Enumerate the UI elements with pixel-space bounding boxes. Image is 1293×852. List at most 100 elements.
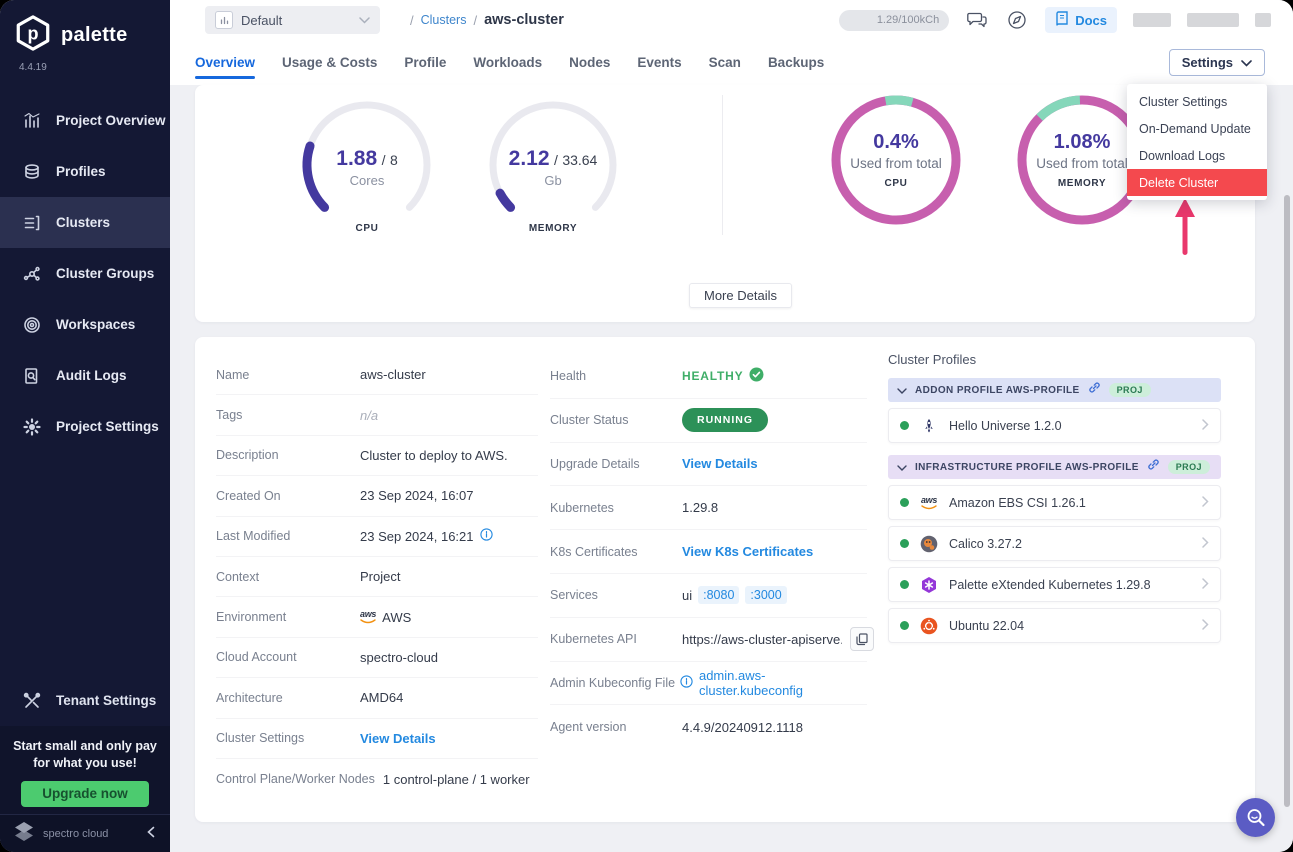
menu-item-cluster-settings[interactable]: Cluster Settings bbox=[1127, 88, 1267, 115]
tab-events[interactable]: Events bbox=[637, 40, 681, 85]
sidebar-item-audit-logs[interactable]: Audit Logs bbox=[0, 350, 170, 401]
detail-row-environment: Environment aws AWS bbox=[216, 597, 538, 637]
breadcrumb-separator: / bbox=[410, 13, 414, 28]
service-port-link[interactable]: :8080 bbox=[698, 586, 739, 604]
detail-row-tags: Tags n/a bbox=[216, 395, 538, 435]
link-icon[interactable] bbox=[1088, 381, 1101, 399]
detail-label: Health bbox=[550, 369, 682, 383]
detail-label: Admin Kubeconfig File bbox=[550, 676, 675, 690]
settings-dropdown-button[interactable]: Settings bbox=[1169, 49, 1265, 76]
detail-value: AWS bbox=[382, 610, 411, 625]
tab-scan[interactable]: Scan bbox=[709, 40, 741, 85]
memory-total-value: 33.64 bbox=[562, 152, 597, 168]
docs-label: Docs bbox=[1075, 13, 1107, 28]
memory-gauge: 2.12 / 33.64 Gb MEMORY bbox=[483, 95, 623, 235]
gauge-separator: / bbox=[554, 152, 558, 168]
profile-layer-name: Calico 3.27.2 bbox=[949, 537, 1192, 551]
chevron-right-icon bbox=[1202, 617, 1209, 635]
breadcrumb-link-clusters[interactable]: Clusters bbox=[421, 13, 467, 27]
chat-icon[interactable] bbox=[965, 8, 989, 32]
tab-nodes[interactable]: Nodes bbox=[569, 40, 610, 85]
project-selector-value: Default bbox=[241, 13, 351, 28]
tab-overview[interactable]: Overview bbox=[195, 40, 255, 85]
hello-universe-icon bbox=[919, 416, 939, 436]
tab-backups[interactable]: Backups bbox=[768, 40, 824, 85]
search-help-fab[interactable] bbox=[1236, 798, 1275, 837]
service-port-link[interactable]: :3000 bbox=[745, 586, 786, 604]
sidebar-item-project-settings[interactable]: Project Settings bbox=[0, 401, 170, 452]
profile-layer-ubuntu[interactable]: Ubuntu 22.04 bbox=[888, 608, 1221, 643]
info-icon[interactable] bbox=[680, 675, 693, 691]
check-circle-icon bbox=[749, 367, 764, 385]
compass-icon[interactable] bbox=[1005, 8, 1029, 32]
app-window: p palette 4.4.19 Project Overview Profil… bbox=[0, 0, 1293, 852]
cluster-stats-card: 1.88 / 8 Cores CPU 2.12 / 33.64 Gb bbox=[195, 85, 1255, 322]
detail-label: Description bbox=[216, 448, 360, 462]
menu-item-delete-cluster[interactable]: Delete Cluster bbox=[1127, 169, 1267, 196]
aws-logo-icon: aws bbox=[360, 610, 376, 624]
menu-item-on-demand-update[interactable]: On-Demand Update bbox=[1127, 115, 1267, 142]
view-details-link[interactable]: View Details bbox=[360, 731, 436, 746]
kubeconfig-download-link[interactable]: admin.aws-cluster.kubeconfig bbox=[699, 668, 867, 698]
menu-item-download-logs[interactable]: Download Logs bbox=[1127, 142, 1267, 169]
annotation-arrow-icon bbox=[1172, 198, 1198, 261]
detail-label: Tags bbox=[216, 408, 360, 422]
profile-layer-pxk[interactable]: Palette eXtended Kubernetes 1.29.8 bbox=[888, 567, 1221, 602]
info-icon[interactable] bbox=[480, 528, 493, 544]
project-selector[interactable]: Default bbox=[205, 6, 380, 34]
tenant-settings-label: Tenant Settings bbox=[56, 693, 156, 708]
sidebar-item-clusters[interactable]: Clusters bbox=[0, 197, 170, 248]
sidebar-item-project-overview[interactable]: Project Overview bbox=[0, 95, 170, 146]
detail-label: Kubernetes API bbox=[550, 632, 682, 646]
sidebar-item-workspaces[interactable]: Workspaces bbox=[0, 299, 170, 350]
vertical-scrollbar[interactable] bbox=[1284, 195, 1290, 807]
settings-dropdown-menu: Cluster Settings On-Demand Update Downlo… bbox=[1127, 84, 1267, 200]
workspaces-icon bbox=[22, 315, 42, 335]
collapse-sidebar-icon[interactable] bbox=[146, 825, 156, 843]
tab-profile[interactable]: Profile bbox=[404, 40, 446, 85]
copy-icon[interactable] bbox=[850, 627, 874, 651]
detail-label: Kubernetes bbox=[550, 501, 682, 515]
profile-layer-calico[interactable]: Calico 3.27.2 bbox=[888, 526, 1221, 561]
sidebar-item-cluster-groups[interactable]: Cluster Groups bbox=[0, 248, 170, 299]
brand-logo[interactable]: p palette bbox=[14, 14, 128, 57]
detail-row-kubernetes: Kubernetes 1.29.8 bbox=[550, 486, 867, 530]
detail-row-created-on: Created On 23 Sep 2024, 16:07 bbox=[216, 476, 538, 516]
detail-row-name: Name aws-cluster bbox=[216, 355, 538, 395]
top-bar: Default / Clusters / aws-cluster 1.29/10… bbox=[170, 0, 1293, 40]
gauge-separator: / bbox=[382, 152, 386, 168]
app-version: 4.4.19 bbox=[19, 62, 47, 73]
addon-profile-header[interactable]: ADDON PROFILE AWS-PROFILE PROJ bbox=[888, 378, 1221, 402]
status-dot-icon bbox=[900, 421, 909, 430]
profile-layer-hello-universe[interactable]: Hello Universe 1.2.0 bbox=[888, 408, 1221, 443]
cpu-total-value: 8 bbox=[390, 152, 398, 168]
sidebar-item-tenant-settings[interactable]: Tenant Settings bbox=[0, 678, 170, 723]
chevron-down-icon bbox=[1241, 55, 1252, 70]
link-icon[interactable] bbox=[1147, 458, 1160, 476]
detail-label: K8s Certificates bbox=[550, 545, 682, 559]
cluster-tabs: Overview Usage & Costs Profile Workloads… bbox=[170, 40, 1293, 85]
detail-row-k8s-certificates: K8s Certificates View K8s Certificates bbox=[550, 530, 867, 574]
tab-workloads[interactable]: Workloads bbox=[473, 40, 542, 85]
detail-label: Cluster Status bbox=[550, 413, 682, 427]
sidebar-item-profiles[interactable]: Profiles bbox=[0, 146, 170, 197]
profile-layer-name: Palette eXtended Kubernetes 1.29.8 bbox=[949, 578, 1192, 592]
view-k8s-certificates-link[interactable]: View K8s Certificates bbox=[682, 544, 813, 559]
memory-unit: Gb bbox=[483, 173, 623, 188]
cluster-profiles-title: Cluster Profiles bbox=[888, 352, 1221, 367]
infrastructure-profile-header[interactable]: INFRASTRUCTURE PROFILE AWS-PROFILE PROJ bbox=[888, 455, 1221, 479]
docs-button[interactable]: Docs bbox=[1045, 7, 1117, 33]
profile-layer-name: Amazon EBS CSI 1.26.1 bbox=[949, 496, 1192, 510]
profile-layer-name: Hello Universe 1.2.0 bbox=[949, 419, 1192, 433]
upgrade-now-button[interactable]: Upgrade now bbox=[21, 781, 149, 807]
redacted-user-info bbox=[1133, 13, 1171, 27]
project-scope-icon bbox=[215, 11, 233, 29]
view-details-link[interactable]: View Details bbox=[682, 456, 758, 471]
tab-usage-costs[interactable]: Usage & Costs bbox=[282, 40, 377, 85]
profile-layer-ebs-csi[interactable]: aws Amazon EBS CSI 1.26.1 bbox=[888, 485, 1221, 520]
details-left-column: Name aws-cluster Tags n/a Description Cl… bbox=[216, 355, 538, 799]
stats-divider bbox=[722, 95, 723, 235]
cpu-gauge: 1.88 / 8 Cores CPU bbox=[297, 95, 437, 235]
main-content: 1.88 / 8 Cores CPU 2.12 / 33.64 Gb bbox=[170, 85, 1293, 852]
more-details-button[interactable]: More Details bbox=[689, 283, 792, 308]
